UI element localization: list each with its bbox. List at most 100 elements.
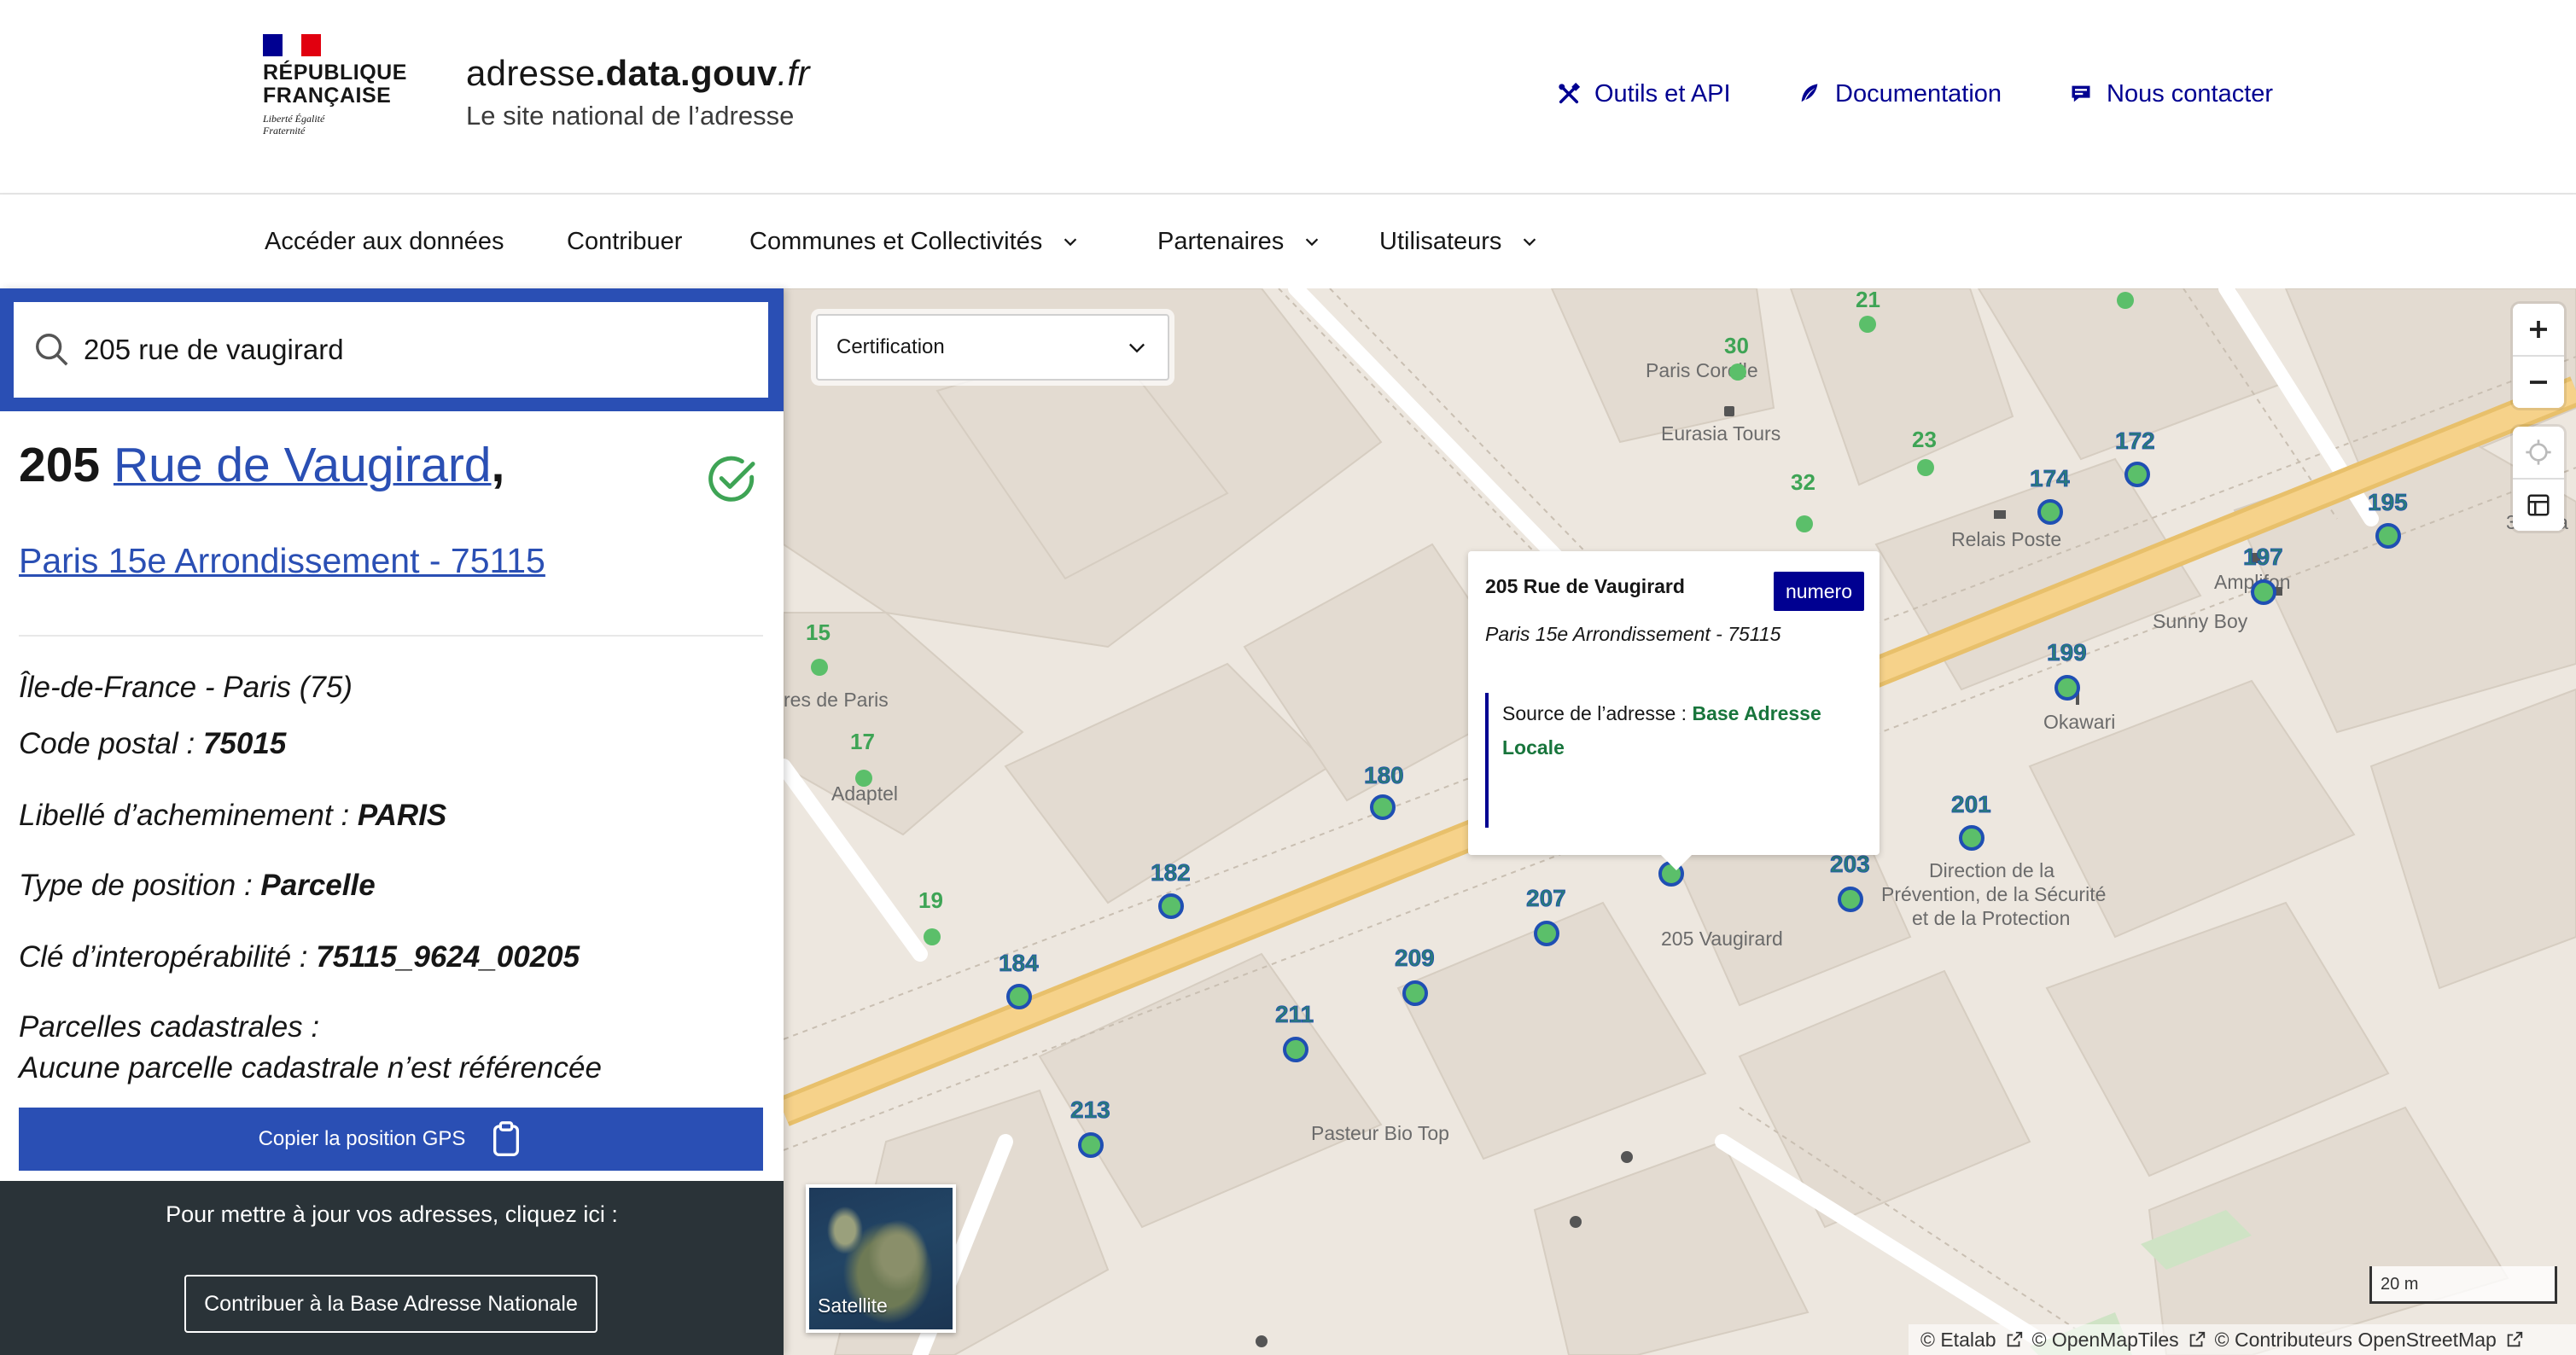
nav-item-label: Utilisateurs: [1379, 227, 1502, 255]
site-title[interactable]: adresse.data.gouv.fr: [466, 53, 810, 94]
tools-icon: [1559, 82, 1581, 104]
svg-text:Direction de la: Direction de la: [1929, 859, 2054, 881]
search-input[interactable]: [84, 334, 732, 366]
contribute-ban-button[interactable]: Contribuer à la Base Adresse Nationale: [184, 1275, 597, 1333]
search-icon: [36, 334, 68, 366]
libelle-value: PARIS: [357, 799, 447, 832]
chevron-down-icon: [1064, 238, 1077, 247]
chat-icon: [2072, 85, 2090, 102]
map-extra-controls: [2513, 427, 2564, 531]
address-popup: 205 Rue de Vaugirard numero Paris 15e Ar…: [1468, 551, 1880, 870]
parcelles-label: Parcelles cadastrales :: [19, 1010, 320, 1044]
zoom-in-button[interactable]: [2513, 304, 2564, 355]
svg-text:207: 207: [1526, 885, 1566, 911]
layout-icon: [2527, 494, 2550, 516]
certified-check-icon: [708, 456, 755, 502]
svg-text:Okawari: Okawari: [2043, 711, 2115, 733]
certification-filter-select[interactable]: Certification: [816, 314, 1169, 381]
external-link-icon: [2507, 1331, 2522, 1347]
satellite-label: Satellite: [818, 1294, 888, 1317]
external-link-icon: [2007, 1331, 2022, 1347]
nav-item-acceder-donnees[interactable]: Accéder aux données: [265, 222, 504, 261]
map-scale-label: 20 m: [2381, 1275, 2419, 1294]
nav-item-partenaires[interactable]: Partenaires: [1157, 222, 1321, 261]
svg-text:211: 211: [1275, 1001, 1314, 1027]
copy-gps-label: Copier la position GPS: [258, 1127, 466, 1150]
svg-text:Relais Poste: Relais Poste: [1951, 528, 2061, 550]
map-canvas[interactable]: Paris Corolle Eurasia Tours Relais Poste…: [784, 288, 2576, 1355]
divider: [19, 635, 763, 637]
svg-text:209: 209: [1395, 945, 1435, 971]
search-box[interactable]: [14, 302, 768, 398]
parcelles-value: Aucune parcelle cadastrale n’est référen…: [19, 1051, 602, 1085]
svg-text:21: 21: [1856, 288, 1880, 312]
site-title-prefix: adresse: [466, 53, 596, 93]
contribute-section: Pour mettre à jour vos adresses, cliquez…: [0, 1181, 784, 1355]
address-comma: ,: [491, 438, 505, 492]
marianne-logo: [263, 34, 321, 56]
popup-source-bar: [1485, 693, 1489, 828]
address-heading: 205 Rue de Vaugirard,: [19, 437, 504, 493]
attribution-openstreetmap[interactable]: © Contributeurs OpenStreetMap: [2215, 1329, 2497, 1352]
popup-commune: Paris 15e Arrondissement - 75115: [1485, 623, 1781, 645]
external-link-icon: [2189, 1331, 2205, 1347]
nav-item-label: Communes et Collectivités: [749, 227, 1043, 255]
svg-text:205 Vaugirard: 205 Vaugirard: [1661, 928, 1783, 950]
svg-text:Sunny Boy: Sunny Boy: [2153, 610, 2248, 632]
commune-link[interactable]: Paris 15e Arrondissement - 75115: [19, 541, 545, 581]
nav-item-label: Contribuer: [567, 227, 683, 255]
map-attribution: © Etalab © OpenMapTiles © Contributeurs …: [1909, 1324, 2576, 1355]
site-title-bold: .data.gouv: [595, 53, 778, 93]
postal-code-value: 75015: [202, 727, 287, 760]
svg-text:res de Paris: res de Paris: [784, 689, 889, 711]
zoom-out-button[interactable]: [2513, 357, 2564, 408]
map-scale: 20 m: [2369, 1266, 2557, 1304]
postal-code-line: Code postal : 75015: [19, 727, 286, 761]
nav-item-contribuer[interactable]: Contribuer: [567, 222, 682, 261]
libelle-label: Libellé d’acheminement :: [19, 799, 358, 832]
svg-text:182: 182: [1151, 859, 1191, 886]
satellite-layer-toggle[interactable]: Satellite: [806, 1184, 956, 1333]
svg-text:195: 195: [2368, 489, 2408, 515]
interop-key-line: Clé d’interopérabilité : 75115_9624_0020…: [19, 940, 580, 974]
chevron-down-icon: [1524, 238, 1536, 247]
clipboard-icon: [493, 1121, 520, 1156]
contact-link[interactable]: Nous contacter: [2069, 79, 2273, 109]
contact-label: Nous contacter: [2107, 79, 2274, 108]
nav-item-utilisateurs[interactable]: Utilisateurs: [1379, 222, 1539, 261]
svg-text:17: 17: [850, 729, 875, 754]
documentation-link[interactable]: Documentation: [1798, 79, 2002, 109]
copy-gps-button[interactable]: Copier la position GPS: [19, 1108, 763, 1171]
svg-text:19: 19: [918, 887, 943, 913]
street-link[interactable]: Rue de Vaugirard: [114, 438, 492, 492]
plus-icon: [2530, 321, 2547, 338]
svg-text:201: 201: [1951, 791, 1991, 817]
region-line: Île-de-France - Paris (75): [19, 671, 353, 704]
nav-item-label: Accéder aux données: [265, 227, 504, 255]
popup-source-label: Source de l’adresse :: [1502, 702, 1693, 724]
site-title-italic: .fr: [777, 53, 810, 93]
svg-text:23: 23: [1912, 427, 1937, 452]
svg-text:Pasteur Bio Top: Pasteur Bio Top: [1311, 1122, 1449, 1144]
svg-text:32: 32: [1791, 469, 1815, 495]
nav-item-label: Partenaires: [1157, 227, 1285, 255]
tools-api-link[interactable]: Outils et API: [1557, 79, 1731, 109]
tools-api-label: Outils et API: [1594, 79, 1731, 108]
attribution-etalab[interactable]: © Etalab: [1920, 1329, 1996, 1352]
chevron-down-icon: [1306, 238, 1319, 247]
popup-type-badge: numero: [1774, 572, 1864, 611]
svg-text:et de la Protection: et de la Protection: [1912, 907, 2070, 929]
minus-icon: [2530, 381, 2547, 384]
main-navigation: Accéder aux données Contribuer Communes …: [0, 195, 2576, 288]
layout-toggle-button[interactable]: [2513, 480, 2564, 531]
svg-text:213: 213: [1070, 1096, 1110, 1123]
nav-item-communes[interactable]: Communes et Collectivités: [749, 222, 1080, 261]
republique-francaise-logo-text: RÉPUBLIQUE FRANÇAISE: [263, 61, 407, 108]
geolocate-button[interactable]: [2513, 427, 2564, 478]
svg-text:15: 15: [806, 619, 830, 645]
svg-text:197: 197: [2243, 544, 2283, 570]
svg-text:Prévention, de la Sécurité: Prévention, de la Sécurité: [1881, 883, 2106, 905]
search-bar: [0, 288, 784, 411]
attribution-openmaptiles[interactable]: © OpenMapTiles: [2032, 1329, 2179, 1352]
interop-key-label: Clé d’interopérabilité :: [19, 940, 317, 974]
